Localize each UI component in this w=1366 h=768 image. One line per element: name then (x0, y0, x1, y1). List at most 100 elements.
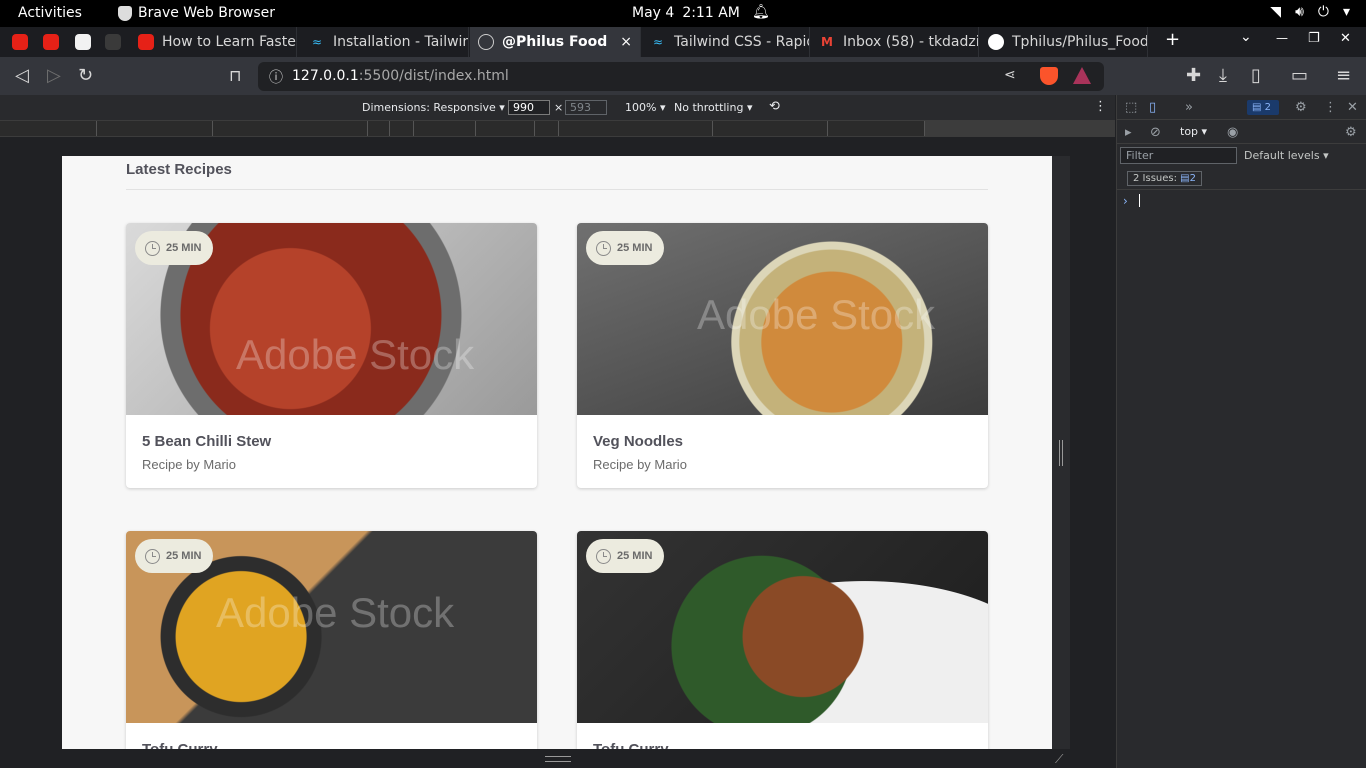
close-window-button[interactable]: ✕ (1340, 31, 1351, 46)
close-devtools-icon[interactable]: ✕ (1347, 100, 1358, 115)
ruler-segment[interactable] (390, 121, 414, 136)
bell-icon[interactable]: 🔔︎ (752, 4, 770, 20)
browser-toolbar: ◁ ▷ ↻ ⊓ ⓘ 127.0.0.1:5500/dist/index.html… (0, 57, 1366, 95)
ruler-segment[interactable] (713, 121, 828, 136)
clock[interactable]: May 4 2:11 AM (632, 5, 740, 21)
close-tab-icon[interactable]: × (620, 34, 632, 50)
tab-how-to-learn[interactable]: How to Learn Faster (130, 27, 297, 57)
dimensions-dropdown[interactable]: Dimensions: Responsive ▾ (362, 101, 505, 114)
new-tab-button[interactable]: + (1165, 29, 1180, 50)
menu-icon[interactable]: ≡ (1336, 66, 1351, 86)
issues-badge-count: 2 (1189, 173, 1196, 184)
gmail-icon: M (821, 35, 833, 49)
ruler-segment[interactable] (414, 121, 476, 136)
share-icon[interactable]: ⋖ (1004, 67, 1016, 83)
ruler-segment[interactable] (559, 121, 713, 136)
youtube-pinned-tab-icon[interactable] (12, 34, 28, 50)
issues-counter[interactable]: ▤ 2 (1247, 100, 1279, 115)
context-selector[interactable]: top ▾ (1180, 125, 1207, 138)
back-icon[interactable]: ◁ (15, 66, 29, 86)
ruler-segment[interactable] (368, 121, 390, 136)
recipe-image: Adobe Stock 25 MIN (126, 531, 537, 723)
height-input[interactable]: 593 (565, 100, 607, 115)
filter-input[interactable]: Filter (1120, 147, 1237, 164)
ruler-segment[interactable] (828, 121, 925, 136)
resize-handle-corner[interactable]: ⟋ (1055, 752, 1063, 767)
reload-icon[interactable]: ↻ (78, 66, 93, 86)
resize-handle-right[interactable] (1059, 440, 1063, 466)
ruler-segment[interactable] (535, 121, 559, 136)
downloads-icon[interactable]: ⤓ (1219, 66, 1227, 86)
minimize-button[interactable]: — (1276, 31, 1288, 45)
chevron-down-icon: ▾ (1342, 4, 1350, 20)
info-icon[interactable]: ⓘ (269, 67, 283, 87)
sidebar-icon[interactable]: ▯ (1251, 66, 1261, 86)
ruler-segment[interactable] (476, 121, 535, 136)
more-tabs-icon[interactable]: » (1185, 100, 1193, 115)
clock-icon (145, 240, 160, 256)
tab-philus-food[interactable]: @Philus Food × (470, 27, 641, 57)
recipe-title[interactable]: Tofu Curry (593, 741, 972, 749)
clock-time: 2:11 AM (682, 5, 740, 21)
console-input-caret[interactable] (1139, 194, 1140, 207)
inspect-element-icon[interactable]: ⬚ (1125, 100, 1137, 115)
tab-installation[interactable]: ≈ Installation - Tailwind (301, 27, 469, 57)
clear-console-icon[interactable]: ⊘ (1150, 125, 1161, 140)
sidebar-toggle-icon[interactable]: ▸ (1125, 125, 1132, 140)
maximize-button[interactable]: ❐ (1308, 31, 1320, 46)
url-path: :5500/dist/index.html (358, 68, 509, 84)
forward-icon[interactable]: ▷ (47, 66, 61, 86)
tailwind-icon: ≈ (311, 35, 323, 49)
youtube-pinned-tab-icon[interactable] (43, 34, 59, 50)
recipe-title[interactable]: Tofu Curry (142, 741, 521, 749)
tab-github[interactable]: Tphilus/Philus_Food (980, 27, 1148, 57)
recipe-card[interactable]: Adobe Stock 25 MIN Veg Noodles Recipe by… (577, 223, 988, 488)
wallet-icon[interactable]: ▭ (1291, 66, 1308, 86)
media-query-ruler[interactable] (0, 120, 1115, 137)
watermark: Adobe Stock (236, 331, 475, 378)
recipe-card[interactable]: Adobe Stock 25 MIN 5 Bean Chilli Stew Re… (126, 223, 537, 488)
recipe-image: Adobe Stock 25 MIN (577, 223, 988, 415)
console-settings-icon[interactable]: ⚙ (1345, 125, 1357, 140)
brave-rewards-icon[interactable] (1073, 67, 1091, 84)
eye-icon[interactable]: ◉ (1227, 125, 1238, 140)
recipe-card[interactable]: 25 MIN Tofu Curry (577, 531, 988, 749)
bookmark-icon[interactable]: ⊓ (229, 66, 241, 86)
more-options-icon[interactable]: ⋮ (1324, 100, 1337, 115)
issues-link[interactable]: 2 Issues: ▤2 (1127, 171, 1202, 186)
resize-handle-bottom[interactable] (545, 756, 571, 762)
rotate-icon[interactable]: ⟲ (769, 99, 780, 114)
page-viewport[interactable]: Latest Recipes Adobe Stock 25 MIN 5 Bean… (62, 156, 1052, 749)
globe-icon (478, 34, 494, 50)
console-toolbar: ▸ ⊘ top ▾ ◉ ⚙ (1117, 120, 1366, 144)
address-bar[interactable]: ⓘ 127.0.0.1:5500/dist/index.html ⋖ (258, 62, 1104, 91)
zoom-dropdown[interactable]: 100% ▾ (625, 101, 665, 114)
recipe-title[interactable]: 5 Bean Chilli Stew (142, 433, 521, 450)
recipe-title[interactable]: Veg Noodles (593, 433, 972, 450)
recipe-card[interactable]: Adobe Stock 25 MIN Tofu Curry (126, 531, 537, 749)
recipe-image: 25 MIN (577, 531, 988, 723)
tab-search-button[interactable]: ⌄ (1240, 29, 1252, 45)
settings-icon[interactable]: ⚙ (1295, 100, 1307, 115)
ruler-segment[interactable] (0, 121, 97, 136)
brave-shields-icon[interactable] (1040, 67, 1058, 85)
tab-label: Inbox (58) - tkdadzie (843, 34, 979, 50)
url-text[interactable]: 127.0.0.1:5500/dist/index.html (292, 68, 509, 84)
pinned-tab-icon[interactable] (75, 34, 91, 50)
ruler-segment[interactable] (213, 121, 368, 136)
tailwind-icon: ≈ (652, 35, 664, 49)
app-menu[interactable]: Brave Web Browser (118, 5, 275, 21)
pinned-tab-icon[interactable] (105, 34, 121, 50)
tab-tailwind-css[interactable]: ≈ Tailwind CSS - Rapidly (642, 27, 810, 57)
width-input[interactable]: 990 (508, 100, 550, 115)
tab-strip: How to Learn Faster ≈ Installation - Tai… (0, 27, 1366, 57)
extensions-icon[interactable]: ✚ (1186, 66, 1201, 86)
more-options-icon[interactable]: ⋮ (1094, 99, 1107, 114)
system-menu[interactable]: ◥ 🔊︎ ⏻ ▾ (1270, 4, 1350, 20)
ruler-segment[interactable] (97, 121, 213, 136)
activities-button[interactable]: Activities (18, 5, 82, 21)
tab-inbox[interactable]: M Inbox (58) - tkdadzie (811, 27, 979, 57)
log-levels-dropdown[interactable]: Default levels ▾ (1244, 149, 1329, 162)
throttling-dropdown[interactable]: No throttling ▾ (674, 101, 752, 114)
device-toggle-icon[interactable]: ▯ (1149, 100, 1156, 115)
